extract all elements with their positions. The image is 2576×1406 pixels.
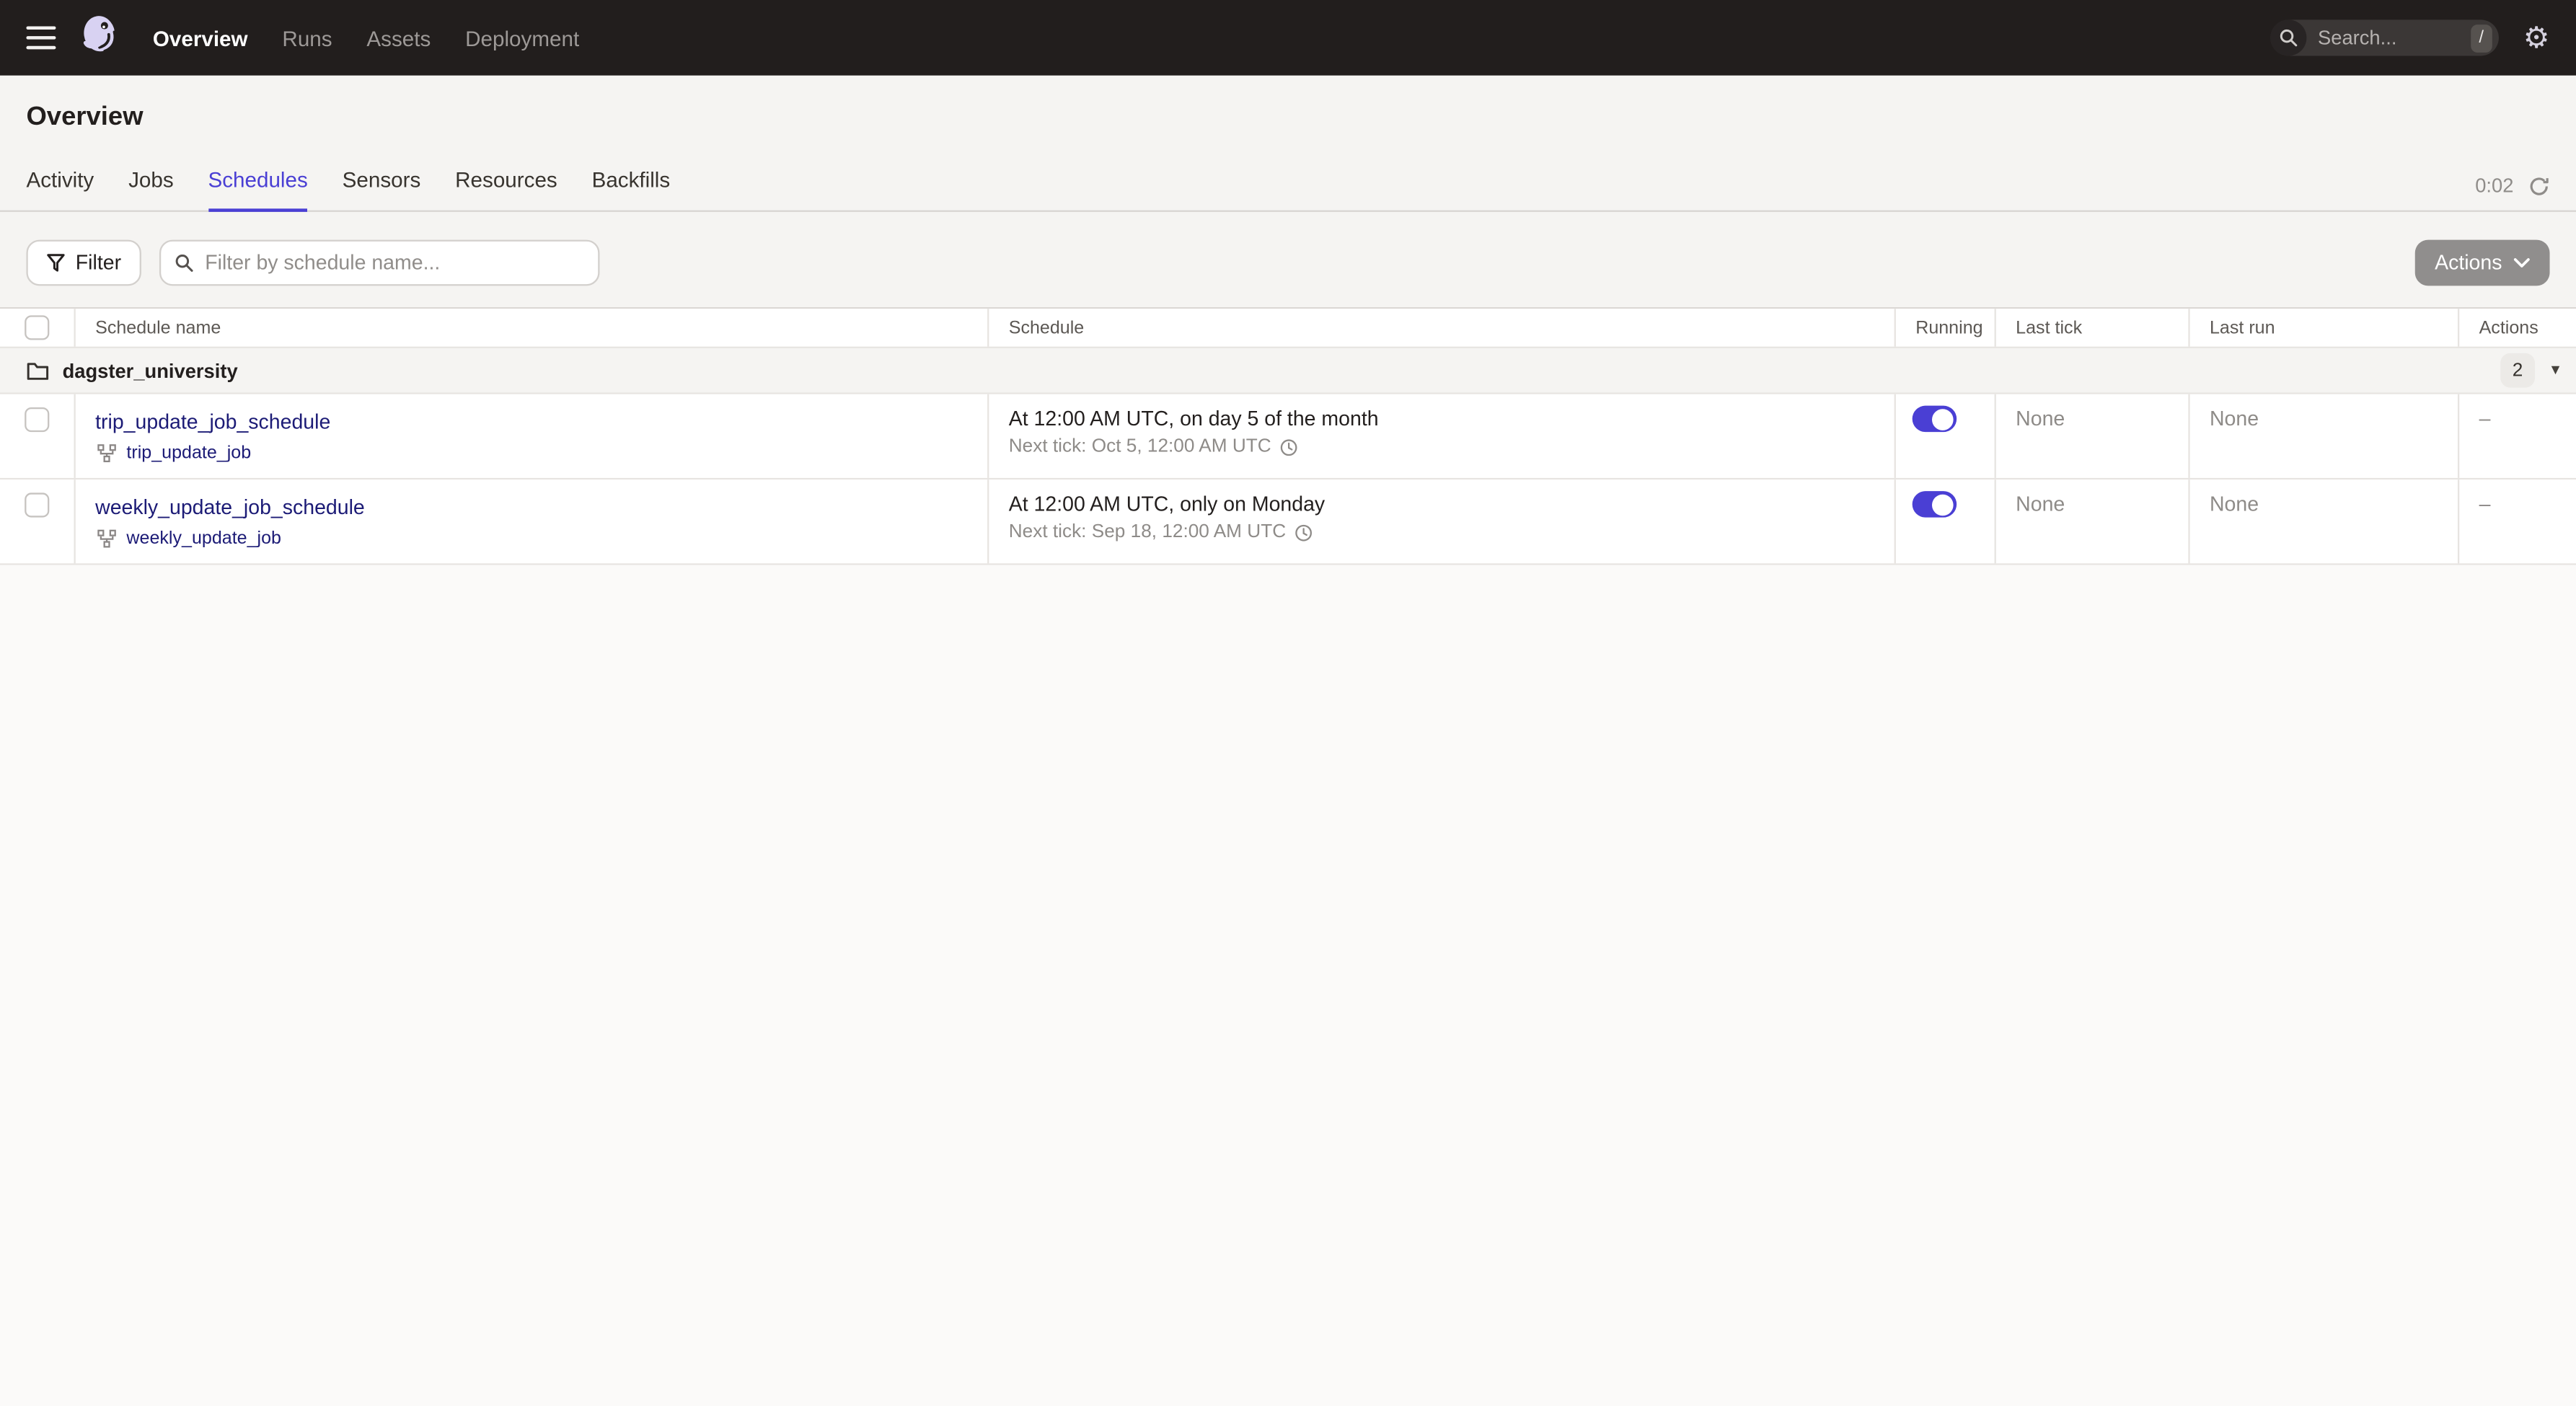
- job-link[interactable]: weekly_update_job: [126, 529, 281, 549]
- row-checkbox-cell: [0, 479, 76, 564]
- schedule-name-cell: weekly_update_job_schedule weekly_update…: [76, 479, 989, 564]
- search-icon: [175, 254, 193, 272]
- next-tick-text: Next tick: Sep 18, 12:00 AM UTC: [1008, 522, 1287, 542]
- page-head: Overview Activity Jobs Schedules Sensors…: [0, 75, 2576, 307]
- job-graph-icon: [97, 529, 116, 548]
- schedule-name-cell: trip_update_job_schedule trip_update_job: [76, 394, 989, 478]
- funnel-icon: [47, 254, 65, 272]
- row-actions-cell: –: [2479, 492, 2491, 516]
- actions-button[interactable]: Actions: [2414, 239, 2550, 286]
- cron-description: At 12:00 AM UTC, only on Monday: [1008, 492, 1326, 516]
- col-running: Running: [1896, 309, 1996, 347]
- job-link[interactable]: trip_update_job: [126, 443, 251, 463]
- refresh-icon[interactable]: [2528, 175, 2550, 197]
- col-schedule: Schedule: [989, 309, 1896, 347]
- repo-group-name: dagster_university: [62, 358, 238, 382]
- running-cell: [1896, 479, 1996, 564]
- last-tick-cell: None: [1996, 394, 2190, 478]
- group-collapse-caret[interactable]: ▾: [2551, 361, 2559, 379]
- search-placeholder: Search...: [2318, 26, 2397, 50]
- next-tick-text: Next tick: Oct 5, 12:00 AM UTC: [1008, 436, 1271, 457]
- row-checkbox-cell: [0, 394, 76, 478]
- nav-right: Search... / ⚙: [2270, 19, 2550, 56]
- tab-activity[interactable]: Activity: [26, 167, 94, 212]
- tab-backfills[interactable]: Backfills: [592, 167, 671, 212]
- job-line: trip_update_job: [95, 443, 987, 463]
- page-title: Overview: [26, 103, 144, 132]
- cron-description: At 12:00 AM UTC, on day 5 of the month: [1008, 407, 1379, 430]
- repo-group-row[interactable]: dagster_university 2 ▾: [0, 348, 2576, 394]
- schedule-desc-cell: At 12:00 AM UTC, on day 5 of the month N…: [989, 394, 1896, 478]
- schedule-filter: [159, 239, 599, 286]
- tab-bar: Activity Jobs Schedules Sensors Resource…: [0, 167, 2576, 212]
- chevron-down-icon: [2513, 258, 2530, 268]
- col-actions: Actions: [2479, 317, 2538, 338]
- schedule-link[interactable]: weekly_update_job_schedule: [95, 496, 365, 519]
- last-run-cell: None: [2190, 394, 2460, 478]
- global-search-input[interactable]: Search... /: [2270, 19, 2499, 56]
- tab-schedules[interactable]: Schedules: [208, 167, 308, 212]
- schedule-row: weekly_update_job_schedule weekly_update…: [0, 479, 2576, 565]
- dagster-app: Overview Runs Assets Deployment Search..…: [0, 0, 2576, 1406]
- schedules-table: Schedule name Schedule Running Last tick…: [0, 306, 2576, 565]
- top-nav: Overview Runs Assets Deployment Search..…: [0, 0, 2576, 76]
- clock-icon: [1280, 438, 1297, 456]
- folder-icon: [27, 362, 49, 379]
- last-run-cell: None: [2190, 479, 2460, 564]
- actions-button-label: Actions: [2435, 251, 2502, 275]
- nav-assets[interactable]: Assets: [366, 25, 431, 50]
- col-last-tick: Last tick: [1996, 309, 2190, 347]
- filter-button[interactable]: Filter: [26, 239, 141, 286]
- header-checkbox-cell: [0, 309, 76, 347]
- row-actions-cell: –: [2479, 407, 2491, 430]
- running-toggle[interactable]: [1912, 491, 1957, 518]
- schedule-filter-input[interactable]: [159, 239, 599, 286]
- running-cell: [1896, 394, 1996, 478]
- empty-area: [0, 565, 2576, 1406]
- refresh-area: 0:02: [2475, 174, 2576, 210]
- row-checkbox[interactable]: [25, 492, 50, 518]
- search-icon: [2270, 19, 2307, 56]
- dagster-logo[interactable]: [79, 15, 121, 61]
- schedule-desc-cell: At 12:00 AM UTC, only on Monday Next tic…: [989, 479, 1896, 564]
- row-checkbox[interactable]: [25, 407, 50, 433]
- last-tick-cell: None: [1996, 479, 2190, 564]
- next-tick: Next tick: Sep 18, 12:00 AM UTC: [1008, 522, 1894, 542]
- refresh-timer: 0:02: [2475, 174, 2514, 198]
- group-count-badge: 2: [2500, 353, 2535, 388]
- running-toggle[interactable]: [1912, 405, 1957, 433]
- tab-resources[interactable]: Resources: [455, 167, 557, 212]
- table-header-row: Schedule name Schedule Running Last tick…: [0, 309, 2576, 348]
- nav-deployment[interactable]: Deployment: [465, 25, 579, 50]
- filter-button-label: Filter: [75, 251, 122, 275]
- job-graph-icon: [97, 444, 116, 463]
- tabs: Activity Jobs Schedules Sensors Resource…: [0, 167, 671, 212]
- col-last-run: Last run: [2190, 309, 2460, 347]
- menu-icon[interactable]: [26, 26, 56, 50]
- job-line: weekly_update_job: [95, 529, 987, 549]
- tab-jobs[interactable]: Jobs: [128, 167, 174, 212]
- schedule-link[interactable]: trip_update_job_schedule: [95, 411, 330, 434]
- search-shortcut-badge: /: [2470, 24, 2492, 52]
- next-tick: Next tick: Oct 5, 12:00 AM UTC: [1009, 437, 1894, 456]
- clock-icon: [1294, 523, 1312, 541]
- schedule-row: trip_update_job_schedule trip_update_job…: [0, 394, 2576, 480]
- nav-runs[interactable]: Runs: [282, 25, 332, 50]
- primary-nav: Overview Runs Assets Deployment: [153, 25, 579, 50]
- select-all-checkbox[interactable]: [25, 315, 50, 340]
- col-schedule-name: Schedule name: [76, 309, 989, 347]
- tab-sensors[interactable]: Sensors: [343, 167, 421, 212]
- gear-icon[interactable]: ⚙: [2523, 23, 2550, 53]
- toolbar: Filter Actions: [0, 212, 2576, 307]
- nav-overview[interactable]: Overview: [153, 25, 248, 50]
